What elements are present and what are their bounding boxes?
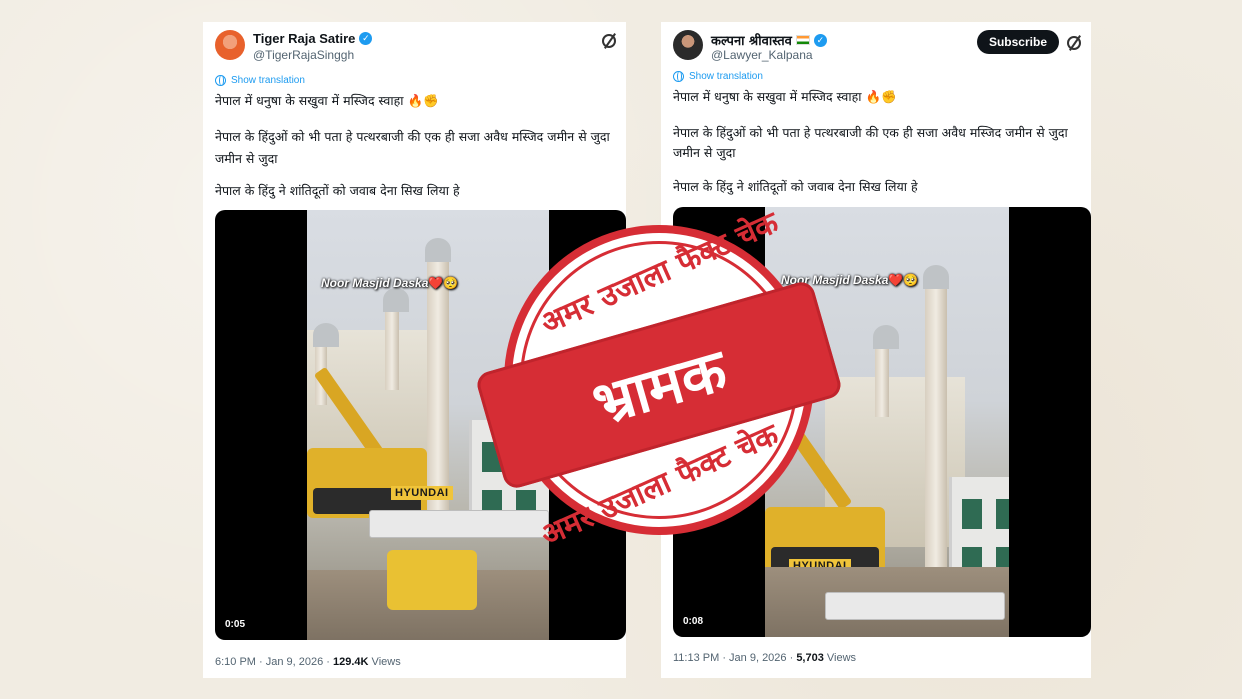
avatar[interactable] [673, 30, 703, 60]
author-handle[interactable]: @TigerRajaSinggh [253, 48, 354, 62]
tweet-text-line-3: जमीन से जुदा [215, 151, 278, 166]
avatar[interactable] [215, 30, 245, 60]
video-timestamp: 0:05 [225, 619, 246, 630]
tweet-text-line-1: नेपाल में धनुषा के सखुवा में मस्जिद स्वा… [215, 93, 439, 108]
tweet-header: Tiger Raja Satire ✓ @TigerRajaSinggh [215, 30, 616, 74]
video-caption: Noor Masjid Daska❤️🥺 [321, 276, 459, 290]
show-translation-row[interactable]: Show translation [215, 75, 305, 86]
india-flag-icon [795, 35, 810, 45]
tweet-timestamp[interactable]: 6:10 PM · Jan 9, 2026 · [215, 656, 333, 668]
view-count: 129.4K [333, 656, 369, 668]
heart-emoji-icon: ❤️🥺 [428, 276, 459, 290]
video-timestamp: 0:08 [683, 616, 704, 627]
tweet-text-line-2: नेपाल के हिंदुओं को भी पता हे पत्थरबाजी … [215, 129, 610, 144]
show-translation-row[interactable]: Show translation [673, 71, 763, 82]
tweet-meta: 6:10 PM · Jan 9, 2026 · 129.4K Views [215, 656, 401, 668]
globe-icon [215, 75, 226, 86]
verified-badge-icon: ✓ [359, 32, 373, 45]
author-name[interactable]: कल्पना श्रीवास्तव [711, 31, 792, 49]
show-translation-link[interactable]: Show translation [231, 75, 305, 86]
tweet-text-line-4: नेपाल के हिंदु ने शांतिदूतों को जवाब देन… [215, 183, 460, 198]
views-label: Views [368, 656, 401, 668]
tweet-meta: 11:13 PM · Jan 9, 2026 · 5,703 Views [673, 652, 856, 664]
tweet-text-line-1: नेपाल में धनुषा के सखुवा में मस्जिद स्वा… [673, 89, 897, 104]
subscribe-button[interactable]: Subscribe [976, 30, 1059, 54]
fact-check-stamp: अमर उजाला फैक्ट चेक भ्रामक अमर उजाला फैक… [474, 205, 844, 553]
globe-icon [673, 71, 684, 82]
video-brand-label: HYUNDAI [391, 486, 453, 500]
tweet-timestamp[interactable]: 11:13 PM · Jan 9, 2026 · [673, 652, 796, 664]
verified-badge-icon: ✓ [813, 33, 827, 47]
author-name[interactable]: Tiger Raja Satire [253, 31, 355, 46]
heart-emoji-icon: ❤️🥺 [888, 273, 919, 287]
show-translation-link[interactable]: Show translation [689, 71, 763, 82]
grok-icon[interactable] [602, 34, 616, 48]
views-label: Views [823, 652, 857, 664]
view-count: 5,703 [796, 652, 824, 664]
author-handle[interactable]: @Lawyer_Kalpana [711, 48, 813, 62]
tweet-text-line-3: जमीन से जुदा [673, 145, 736, 160]
tweet-header: कल्पना श्रीवास्तव ✓ @Lawyer_Kalpana Subs… [673, 30, 1081, 74]
grok-icon[interactable] [1067, 36, 1081, 50]
tweet-text-line-2: नेपाल के हिंदुओं को भी पता हे पत्थरबाजी … [673, 125, 1068, 140]
